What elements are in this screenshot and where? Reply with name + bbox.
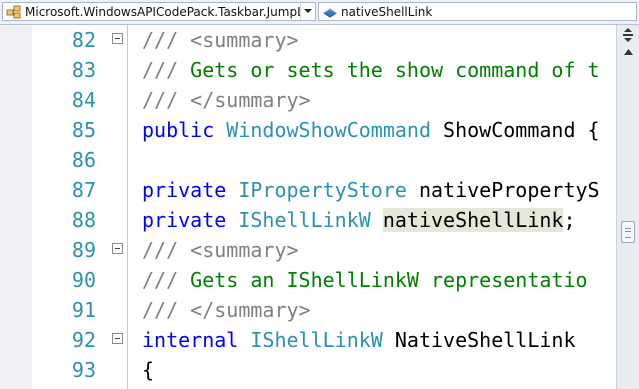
code-line[interactable]: 82 /// <summary> <box>32 25 616 55</box>
code-token: /// <box>142 58 191 82</box>
code-token: /// <summary> <box>142 238 299 262</box>
code-token: /// </summary> <box>142 88 311 112</box>
code-line[interactable]: 92 internal IShellLinkW NativeShellLink <box>32 325 616 355</box>
line-number: 84 <box>71 88 96 112</box>
scroll-thumb[interactable] <box>621 221 635 243</box>
vertical-scrollbar[interactable] <box>616 25 639 389</box>
code-line[interactable]: 84 /// </summary> <box>32 85 616 115</box>
code-token: IShellLinkW <box>250 328 383 352</box>
code-text: private IShellLinkW nativeShellLink; <box>142 205 576 235</box>
code-line[interactable]: 91 /// </summary> <box>32 295 616 325</box>
collapse-icon[interactable] <box>112 33 123 44</box>
line-number: 89 <box>71 238 96 262</box>
line-number: 91 <box>71 298 96 322</box>
line-number: 90 <box>71 268 96 292</box>
code-line[interactable]: 83 /// Gets or sets the show command of t <box>32 55 616 85</box>
code-line[interactable]: 88 private IShellLinkW nativeShellLink; <box>32 205 616 235</box>
code-token: nativePropertyS <box>406 178 600 202</box>
code-editor[interactable]: 82 /// <summary> 83 /// Gets or sets the sh… <box>0 25 639 389</box>
code-token: nativeShellLink <box>382 208 564 232</box>
line-number: 92 <box>71 328 96 352</box>
field-icon <box>322 4 338 20</box>
split-window-icon[interactable] <box>620 27 636 43</box>
collapse-icon[interactable] <box>112 333 123 344</box>
code-text: public WindowShowCommand ShowCommand { <box>142 115 600 145</box>
selection-margin[interactable] <box>0 25 32 389</box>
navigation-bar: Microsoft.WindowsAPICodePack.Taskbar.Jum… <box>0 0 639 25</box>
code-text: { <box>142 355 154 385</box>
code-token: Gets or sets the show command of t <box>190 58 600 82</box>
line-number: 93 <box>71 358 96 382</box>
class-icon <box>6 4 22 20</box>
member-dropdown[interactable]: nativeShellLink <box>318 2 637 21</box>
code-token: ; <box>563 208 576 232</box>
code-text: /// </summary> <box>142 85 311 115</box>
line-number: 86 <box>71 148 96 172</box>
code-token: { <box>142 358 155 382</box>
code-text: internal IShellLinkW NativeShellLink <box>142 325 575 355</box>
code-text: /// Gets an IShellLinkW representatio <box>142 265 588 295</box>
code-token: ShowCommand { <box>431 118 600 142</box>
code-token: NativeShellLink <box>382 328 576 352</box>
code-line[interactable]: 89 /// <summary> <box>32 235 616 265</box>
line-number: 82 <box>71 28 96 52</box>
code-token: /// <box>142 268 191 292</box>
code-token: /// <summary> <box>142 28 299 52</box>
code-text: private IPropertyStore nativePropertyS <box>142 175 600 205</box>
code-token: private <box>142 208 239 232</box>
line-number: 85 <box>71 118 96 142</box>
code-token: private <box>142 178 239 202</box>
code-token: Gets an IShellLinkW representatio <box>190 268 588 292</box>
line-number: 83 <box>71 58 96 82</box>
code-editor-window: Microsoft.WindowsAPICodePack.Taskbar.Jum… <box>0 0 639 389</box>
code-text: /// Gets or sets the show command of t <box>142 55 600 85</box>
code-token: WindowShowCommand <box>226 118 431 142</box>
code-text: /// <summary> <box>142 25 299 55</box>
code-line[interactable]: 87 private IPropertyStore nativePropertyS <box>32 175 616 205</box>
code-text: /// </summary> <box>142 295 311 325</box>
code-token: IPropertyStore <box>238 178 407 202</box>
code-line[interactable]: 90 /// Gets an IShellLinkW representatio <box>32 265 616 295</box>
code-line[interactable]: 93 { <box>32 355 616 385</box>
line-number: 88 <box>71 208 96 232</box>
collapse-icon[interactable] <box>112 243 123 254</box>
code-line[interactable]: 86 <box>32 145 616 175</box>
code-text: /// <summary> <box>142 235 299 265</box>
code-token: internal <box>142 328 251 352</box>
code-token: public <box>142 118 227 142</box>
scroll-up-icon[interactable] <box>620 45 636 59</box>
code-token: IShellLinkW <box>238 208 371 232</box>
line-number: 87 <box>71 178 96 202</box>
chevron-down-icon[interactable] <box>300 3 315 20</box>
code-token: /// </summary> <box>142 298 311 322</box>
type-dropdown[interactable]: Microsoft.WindowsAPICodePack.Taskbar.Jum… <box>2 2 316 21</box>
member-dropdown-label: nativeShellLink <box>341 4 433 19</box>
code-line[interactable]: 85 public WindowShowCommand ShowCommand { <box>32 115 616 145</box>
type-dropdown-label: Microsoft.WindowsAPICodePack.Taskbar.Jum… <box>25 4 300 19</box>
